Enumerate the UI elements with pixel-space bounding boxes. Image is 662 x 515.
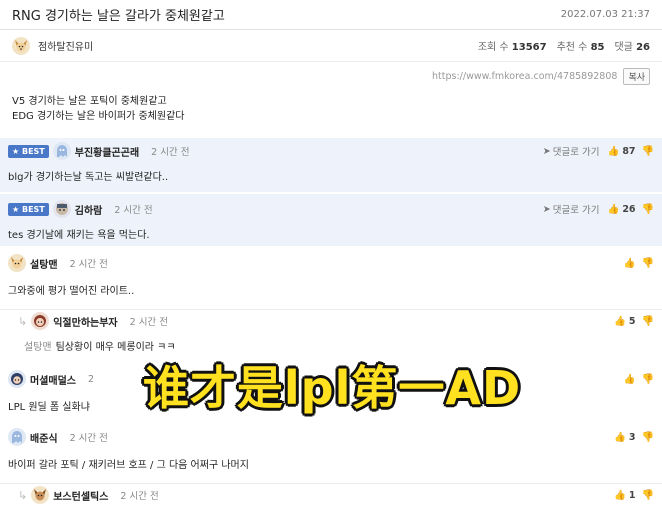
upvote-button[interactable]: 👍 5 — [614, 316, 635, 327]
goto-reply-link[interactable]: ➤ 댓글로 가기 — [542, 202, 600, 217]
comment-time: 2 시간 전 — [114, 205, 153, 216]
recommend-stat: 추천 수 85 — [556, 42, 605, 53]
upvote-button[interactable]: 👍 3 — [614, 432, 635, 443]
best-badge: ★ BEST — [8, 144, 49, 158]
goto-reply-link[interactable]: ➤ 댓글로 가기 — [542, 144, 600, 159]
downvote-button[interactable]: 👎 — [642, 432, 654, 443]
downvote-button[interactable]: 👎 — [642, 146, 654, 157]
post-title: RNG 경기하는 날은 갈라가 중체원같고 — [12, 9, 225, 24]
body-line: V5 경기하는 날은 포틱이 중체원같고 — [12, 96, 167, 107]
comment-item: ↳ 보스턴셀틱스 2 시간 전 👍 1 👎 — [0, 482, 662, 515]
comment-item: 배준식 2 시간 전 👍 3 👎 바이퍼 갈라 포틱 / 재키러브 호프 / 그 … — [0, 424, 662, 484]
video-caption-overlay: 谁才是lpl第一AD — [97, 350, 567, 420]
comment-nick[interactable]: 보스턴셀틱스 — [53, 488, 108, 503]
comment-time: 2 시간 전 — [69, 259, 108, 270]
send-icon: ➤ — [542, 145, 551, 157]
comment-text: blg가 경기하는날 독고는 씨발련같다.. — [8, 172, 169, 183]
downvote-button[interactable]: 👎 — [642, 490, 654, 501]
dog-avatar-icon — [31, 486, 50, 504]
reply-arrow-icon: ↳ — [18, 314, 28, 328]
upvote-button[interactable]: 👍 26 — [607, 204, 635, 215]
downvote-button[interactable]: 👎 — [642, 374, 654, 385]
post-date: 2022.07.03 21:37 — [560, 9, 650, 20]
comment-time: 2 시간 전 — [69, 433, 108, 444]
upvote-button[interactable]: 👍 1 — [614, 490, 635, 501]
character-avatar-icon — [31, 312, 50, 330]
post-url[interactable]: https://www.fmkorea.com/4785892808 — [432, 71, 617, 82]
downvote-button[interactable]: 👎 — [642, 316, 654, 327]
thumbs-up-icon: 👍 — [623, 373, 636, 385]
comment-nick[interactable]: 부진황클곤곤래 — [75, 144, 139, 159]
comment-time: 2 시간 전 — [129, 317, 168, 328]
comment-nick[interactable]: 김하람 — [75, 202, 103, 217]
url-bar: https://www.fmkorea.com/4785892808 복사 — [0, 64, 662, 88]
comment-text: 그와중에 평가 떨어진 라이트.. — [8, 286, 135, 297]
best-badge: ★ BEST — [8, 202, 49, 216]
body-line: EDG 경기하는 날은 바이퍼가 중체원같다 — [12, 111, 185, 122]
mention[interactable]: 설탕맨 — [24, 342, 52, 353]
author[interactable]: 점하탈진유미 — [12, 36, 93, 55]
thumbs-up-icon: 👍 — [623, 257, 636, 269]
dog-avatar-icon — [8, 254, 26, 272]
views-stat: 조회 수 13567 — [477, 42, 547, 53]
downvote-button[interactable]: 👎 — [642, 204, 654, 215]
post-header: RNG 경기하는 날은 갈라가 중체원같고 2022.07.03 21:37 — [0, 0, 662, 30]
downvote-button[interactable]: 👎 — [642, 258, 654, 269]
post-meta: 점하탈진유미 조회 수 13567 추천 수 85 댓글 26 — [0, 30, 662, 62]
comment-text: 바이퍼 갈라 포틱 / 재키러브 호프 / 그 다음 어쩌구 나머지 — [8, 460, 249, 471]
ghost-avatar-icon — [52, 142, 71, 160]
comment-time: 2 시간 전 — [120, 491, 159, 502]
upvote-button[interactable]: 👍 — [624, 258, 636, 269]
caption-text: 谁才是lpl第一AD — [142, 361, 522, 415]
thumbs-up-icon: 👍 — [614, 431, 626, 443]
comment-item: 설탕맨 2 시간 전 👍 👎 그와중에 평가 떨어진 라이트.. — [0, 250, 662, 310]
thumbs-up-icon: 👍 — [614, 489, 626, 501]
upvote-button[interactable]: 👍 — [624, 374, 636, 385]
thumbs-up-icon: 👍 — [614, 315, 626, 327]
author-name[interactable]: 점하탈진유미 — [38, 38, 93, 53]
comment-item: ★ BEST 김하람 2 시간 전 ➤ 댓글로 가기 👍 26 👎 tes 경기날에… — [0, 194, 662, 246]
comment-nick[interactable]: 머셜매덜스 — [30, 372, 76, 387]
post-stats: 조회 수 13567 추천 수 85 댓글 26 — [478, 38, 650, 53]
comment-time: 2 — [88, 373, 95, 385]
send-icon: ➤ — [542, 203, 551, 215]
thumbs-up-icon: 👍 — [607, 145, 620, 157]
dog-avatar-icon — [12, 36, 30, 55]
copy-button[interactable]: 복사 — [623, 67, 650, 85]
comment-time: 2 시간 전 — [151, 147, 190, 158]
post-body: V5 경기하는 날은 포틱이 중체원같고 EDG 경기하는 날은 바이퍼가 중체… — [0, 88, 662, 136]
upvote-button[interactable]: 👍 87 — [607, 146, 635, 157]
comment-text: tes 경기날에 재키는 욕을 먹는다. — [8, 230, 150, 241]
comment-item: ★ BEST 부진황클곤곤래 2 시간 전 ➤ 댓글로 가기 👍 87 👎 blg가… — [0, 138, 662, 192]
thumbs-up-icon: 👍 — [607, 203, 620, 215]
ghost-avatar-icon — [8, 428, 26, 446]
reply-arrow-icon: ↳ — [18, 488, 28, 502]
character-avatar-icon — [52, 200, 71, 218]
character-avatar-icon — [8, 370, 26, 388]
comment-nick[interactable]: 설탕맨 — [30, 256, 58, 271]
comments-stat: 댓글 26 — [614, 42, 650, 53]
comment-nick[interactable]: 익절만하는부자 — [53, 314, 117, 329]
comment-nick[interactable]: 배준식 — [30, 430, 58, 445]
